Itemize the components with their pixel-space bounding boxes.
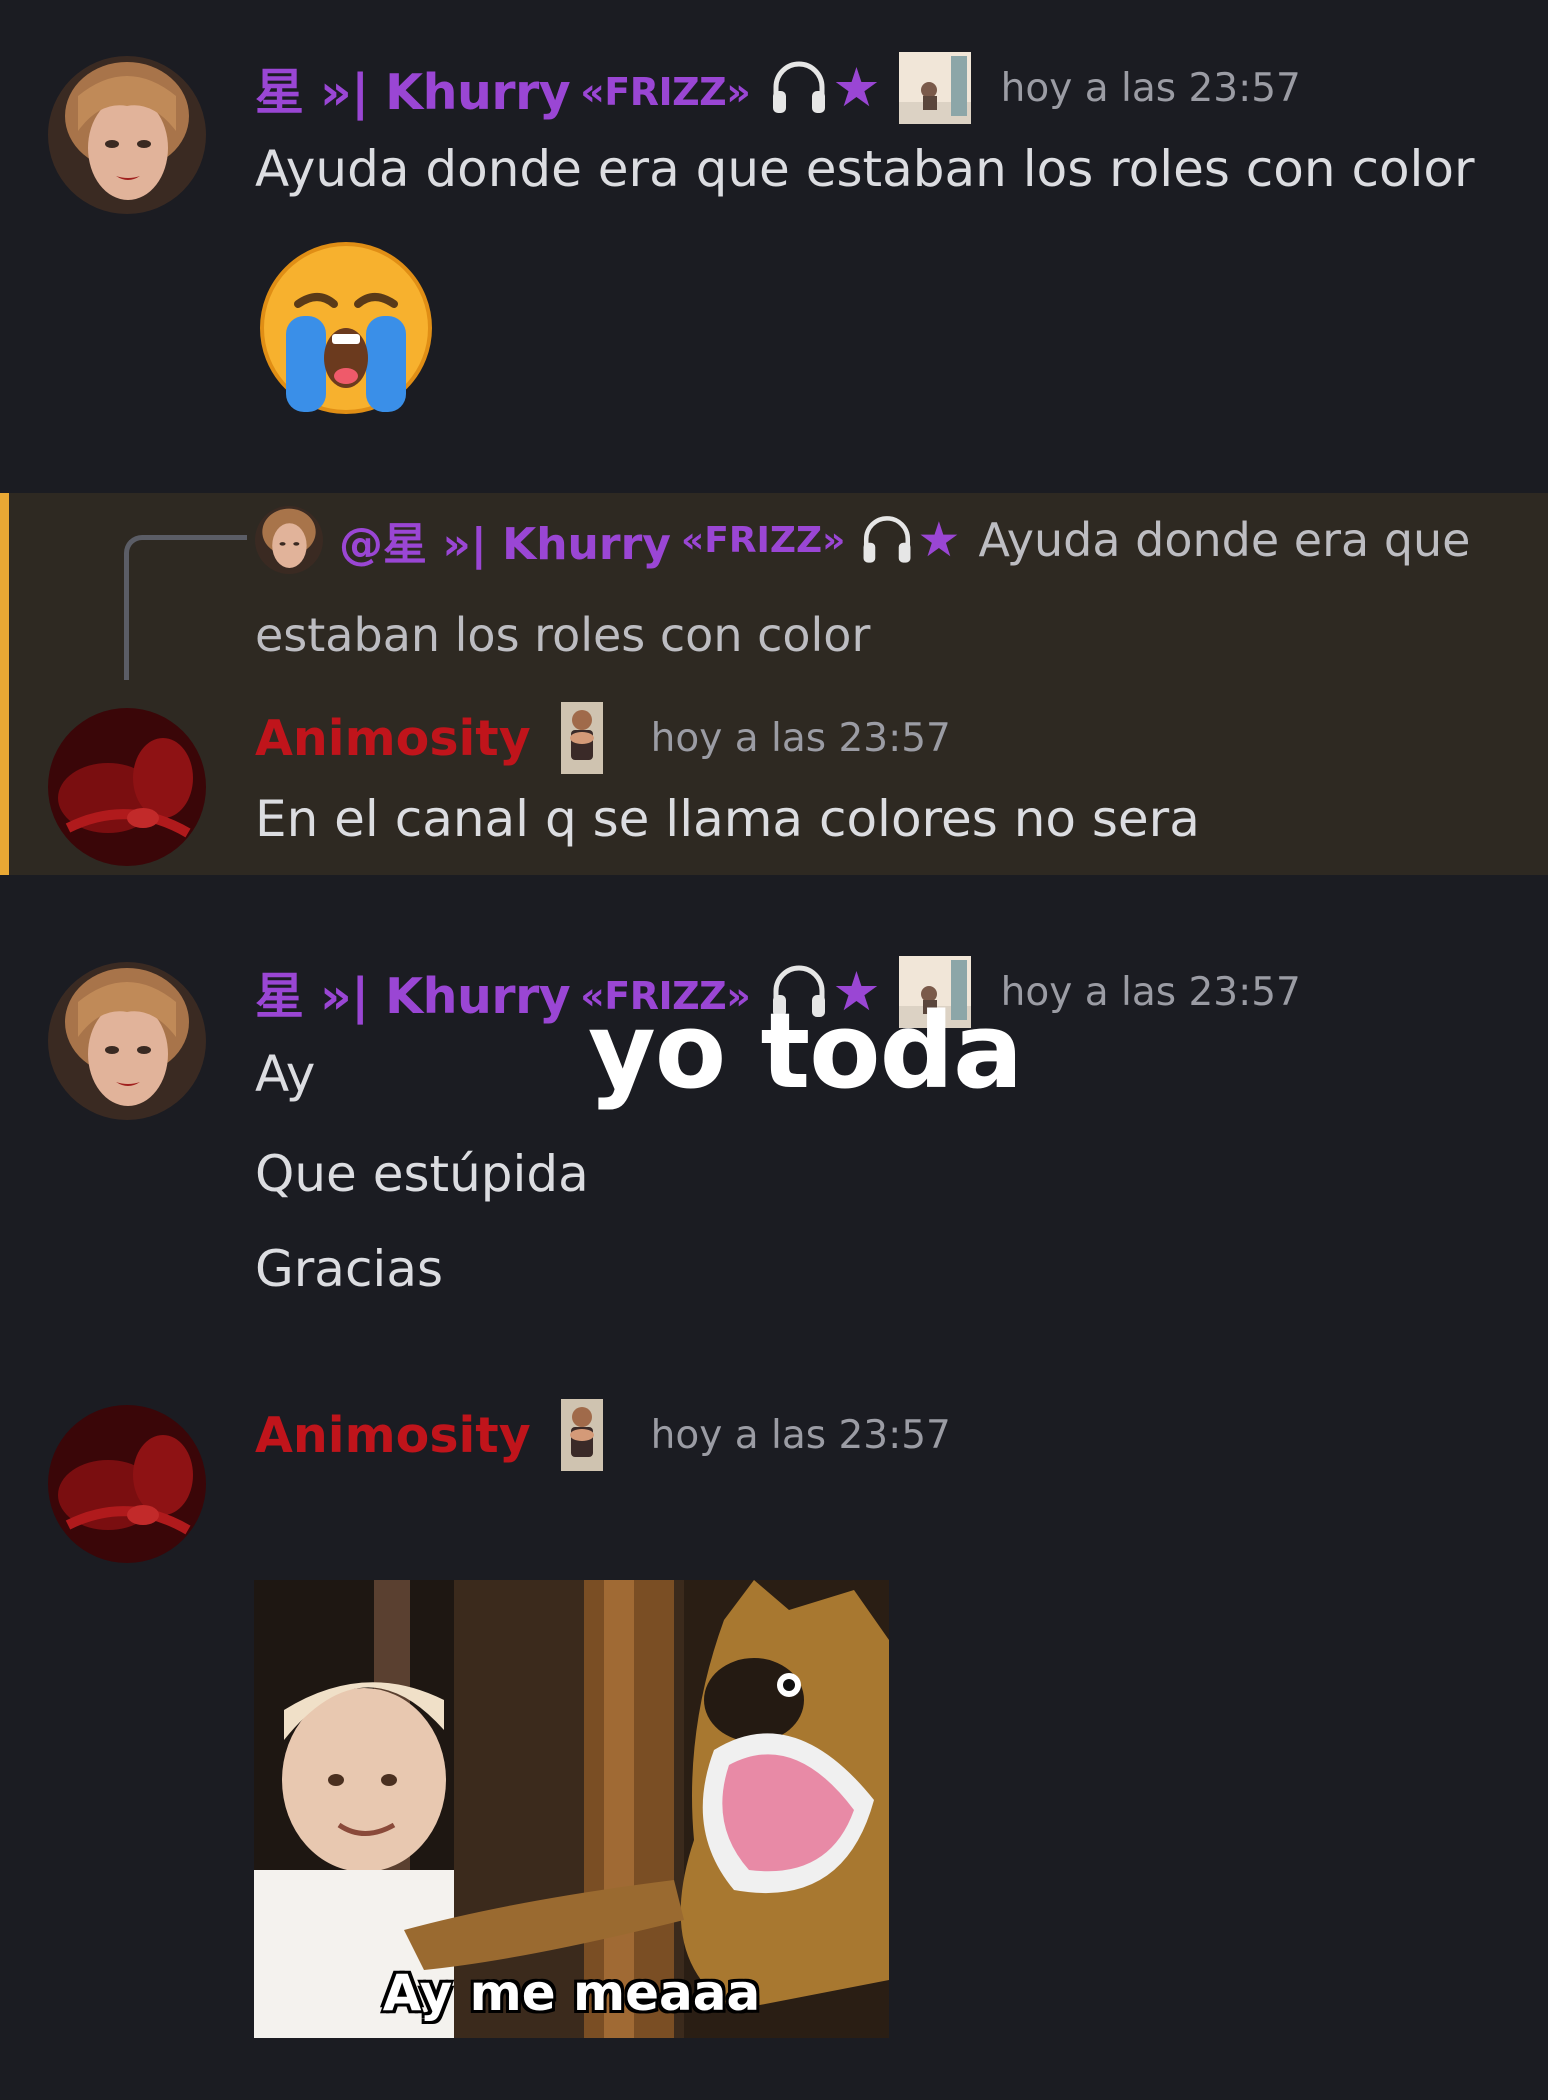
- avatar-khurry[interactable]: [48, 962, 206, 1120]
- message-line-2: Que estúpida: [255, 1145, 589, 1203]
- username-animosity[interactable]: Animosity: [255, 710, 531, 767]
- message-header: 星 »| Khurry «FRIZZ» ★ hoy a las 23:57: [255, 48, 1301, 128]
- timestamp[interactable]: hoy a las 23:57: [651, 716, 951, 761]
- message-text: En el canal q se llama colores no sera: [255, 790, 1200, 848]
- username-animosity[interactable]: Animosity: [255, 1407, 531, 1464]
- message-line-1: Ay: [255, 1045, 316, 1103]
- reply-preview[interactable]: @星 »| Khurry «FRIZZ» ★ Ayuda donde era q…: [255, 500, 1515, 580]
- message-line-3: Gracias: [255, 1240, 444, 1298]
- role-icon: [560, 1399, 603, 1471]
- loudly-crying-face-icon: [256, 238, 436, 418]
- username-khurry[interactable]: 星 »| Khurry: [255, 53, 571, 124]
- headphones-icon: [768, 57, 830, 119]
- timestamp[interactable]: hoy a las 23:57: [1001, 66, 1301, 111]
- reply-mention[interactable]: @星 »| Khurry: [339, 508, 671, 572]
- avatar-animosity[interactable]: [48, 1405, 206, 1563]
- reply-avatar: [255, 506, 323, 574]
- reply-text-line2: estaban los roles con color: [255, 608, 871, 662]
- mention-highlight-bar: [0, 493, 9, 875]
- meme-caption: Ay me meaaa: [382, 1964, 761, 2022]
- message-header: Animosity hoy a las 23:57: [255, 1395, 951, 1475]
- avatar-khurry[interactable]: [48, 56, 206, 214]
- message-header: Animosity hoy a las 23:57: [255, 698, 951, 778]
- reply-text-line1: Ayuda donde era que: [978, 513, 1471, 567]
- meme-image[interactable]: Ay me meaaa: [254, 1580, 889, 2038]
- username-tag[interactable]: «FRIZZ»: [580, 60, 751, 117]
- star-icon: ★: [832, 56, 881, 119]
- role-icon: [560, 702, 603, 774]
- role-icon: [898, 52, 971, 124]
- avatar-animosity[interactable]: [48, 708, 206, 866]
- headphones-icon: [859, 512, 915, 568]
- timestamp[interactable]: hoy a las 23:57: [1001, 970, 1301, 1015]
- overlay-caption: yo toda: [588, 990, 1023, 1112]
- timestamp[interactable]: hoy a las 23:57: [651, 1413, 951, 1458]
- username-khurry[interactable]: 星 »| Khurry: [255, 957, 571, 1028]
- reply-mention-tag[interactable]: «FRIZZ»: [681, 520, 845, 561]
- star-icon: ★: [917, 512, 961, 568]
- message-text: Ayuda donde era que estaban los roles co…: [255, 140, 1475, 198]
- reply-connector: [124, 535, 247, 680]
